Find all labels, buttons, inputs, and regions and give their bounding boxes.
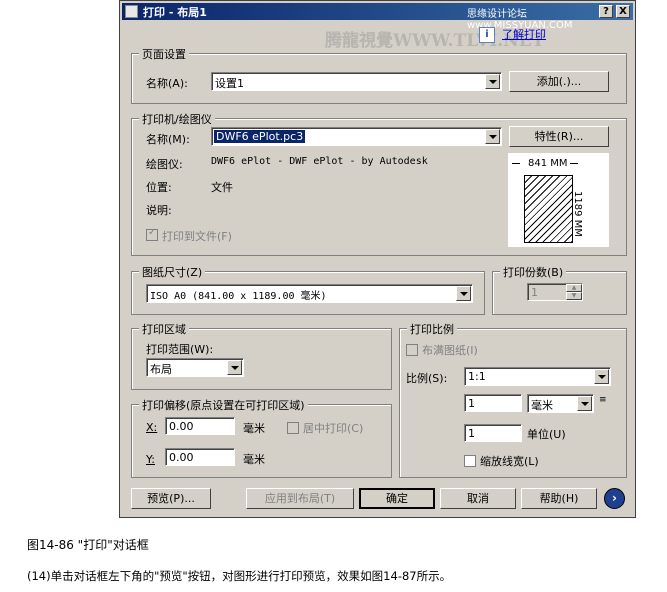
plotter-value: DWF6 ePlot - DWF ePlot - by Autodesk — [211, 156, 428, 167]
print-to-file-label: 打印到文件(F) — [162, 230, 232, 243]
title-bar: 打印 - 布局1 思缘设计论坛 www.MISSYUAN.COM ? X — [122, 3, 633, 31]
plot-range-combo[interactable]: 布局 — [146, 358, 244, 377]
center-plot-label: 居中打印(C) — [303, 422, 364, 435]
scale-lineweights-checkbox[interactable] — [464, 455, 476, 467]
chevron-down-icon[interactable] — [456, 286, 471, 301]
preview-button[interactable]: 预览(P)... — [131, 488, 211, 509]
scale-unit-value: 毫米 — [531, 399, 553, 412]
copies-up-button[interactable]: ▲ — [566, 284, 582, 292]
figure-caption: 图14-86 "打印"对话框 — [27, 538, 149, 552]
fit-to-paper-checkbox[interactable] — [406, 344, 418, 356]
apply-to-layout-button[interactable]: 应用到布局(T) — [246, 488, 354, 509]
help-title-button[interactable]: ? — [599, 5, 613, 18]
paper-size-label: 图纸尺寸(Z) — [139, 264, 206, 280]
offset-x-label: X: — [146, 421, 158, 434]
page-setup-name-combo[interactable]: 设置1 — [211, 72, 502, 91]
printer-label: 打印机/绘图仪 — [139, 111, 215, 127]
scale-lineweights-label: 缩放线宽(L) — [480, 455, 539, 468]
plot-area-label: 打印区域 — [139, 321, 189, 337]
offset-y-input[interactable]: 0.00 — [165, 448, 235, 466]
printer-name-value: DWF6 ePlot.pc3 — [212, 129, 307, 144]
scale-unit2-label: 单位(U) — [527, 428, 566, 441]
printer-name-label: 名称(M): — [146, 133, 190, 146]
page-setup-label: 页面设置 — [139, 46, 189, 62]
body-text: (14)单击对话框左下角的"预览"按钮，对图形进行打印预览，效果如图14-87所… — [27, 569, 452, 583]
ok-button[interactable]: 确定 — [359, 488, 435, 509]
paper-size-combo[interactable]: ISO A0 (841.00 x 1189.00 毫米) — [146, 284, 473, 303]
add-button[interactable]: 添加(.)... — [509, 71, 609, 92]
plotter-label: 绘图仪: — [146, 158, 183, 171]
print-dialog: 打印 - 布局1 思缘设计论坛 www.MISSYUAN.COM ? X 腾龍視… — [119, 0, 636, 518]
offset-y-label: Y: — [146, 453, 155, 466]
learn-plotting-link[interactable]: 了解打印 — [502, 26, 546, 42]
scale-combo[interactable]: 1:1 — [464, 367, 611, 386]
copies-down-button[interactable]: ▼ — [566, 292, 582, 300]
plot-scale-label: 打印比例 — [407, 321, 457, 337]
scale-value2-input[interactable]: 1 — [464, 424, 522, 442]
help-button[interactable]: 帮助(H) — [521, 488, 597, 509]
fit-to-paper-label: 布满图纸(I) — [422, 344, 478, 357]
dialog-title: 打印 - 布局1 — [143, 6, 207, 19]
equals-icon: ≡ — [599, 395, 607, 405]
app-icon — [125, 5, 138, 18]
page-setup-name-label: 名称(A): — [146, 77, 188, 90]
center-plot-checkbox[interactable] — [287, 422, 299, 434]
info-icon: i — [479, 27, 495, 43]
location-value: 文件 — [211, 181, 233, 194]
scale-label: 比例(S): — [406, 372, 448, 385]
description-label: 说明: — [146, 204, 172, 217]
chevron-down-icon[interactable] — [485, 74, 500, 89]
print-to-file-checkbox[interactable]: ✓ — [146, 227, 158, 241]
more-options-icon[interactable]: › — [604, 488, 625, 509]
plot-range-value: 布局 — [150, 363, 172, 376]
offset-x-input[interactable]: 0.00 — [165, 417, 235, 435]
copies-label: 打印份数(B) — [500, 264, 567, 280]
close-button[interactable]: X — [616, 5, 630, 18]
chevron-down-icon[interactable] — [594, 369, 609, 384]
paper-hatch — [524, 175, 573, 243]
preview-width-label: 841 MM — [528, 158, 568, 169]
offset-x-unit: 毫米 — [243, 422, 265, 435]
scale-unit-combo[interactable]: 毫米 — [527, 394, 594, 413]
properties-button[interactable]: 特性(R)... — [509, 126, 609, 147]
chevron-down-icon[interactable] — [577, 396, 592, 411]
plot-offset-label: 打印偏移(原点设置在可打印区域) — [139, 397, 308, 413]
chevron-down-icon[interactable] — [227, 360, 242, 375]
plot-range-label: 打印范围(W): — [146, 343, 214, 356]
chevron-down-icon[interactable] — [485, 129, 500, 144]
offset-y-unit: 毫米 — [243, 453, 265, 466]
preview-height-label: 1189 MM — [572, 191, 583, 237]
location-label: 位置: — [146, 181, 172, 194]
page-setup-name-value: 设置1 — [215, 77, 244, 90]
scale-value1-input[interactable]: 1 — [464, 394, 522, 412]
printer-name-combo[interactable]: DWF6 ePlot.pc3 — [211, 127, 502, 146]
scale-value: 1:1 — [468, 370, 486, 383]
paper-size-value: ISO A0 (841.00 x 1189.00 毫米) — [150, 291, 327, 302]
cancel-button[interactable]: 取消 — [440, 488, 516, 509]
paper-preview: 841 MM 1189 MM — [508, 153, 609, 247]
